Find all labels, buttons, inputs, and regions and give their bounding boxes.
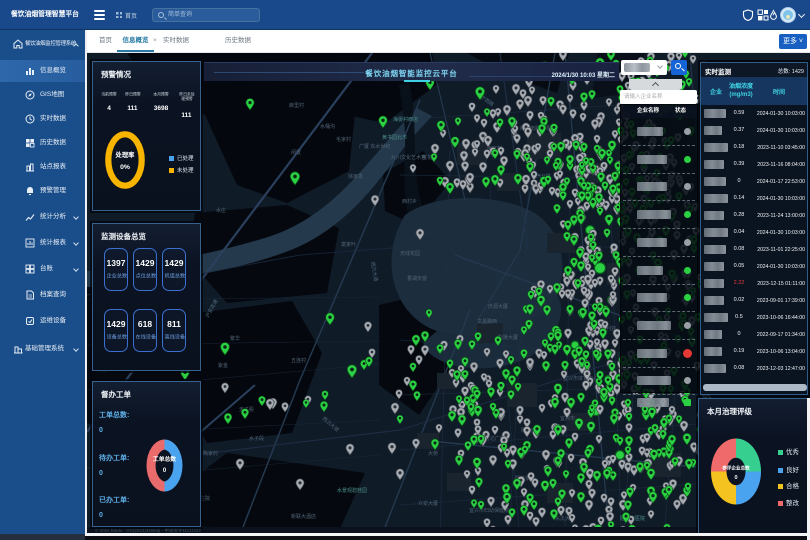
svg-text:徐家发: 徐家发 — [348, 173, 363, 180]
svg-text:大桥: 大桥 — [428, 450, 438, 457]
svg-text:广厦 东水世纪: 广厦 东水世纪 — [359, 143, 390, 150]
svg-text:富家叶: 富家叶 — [341, 241, 356, 248]
svg-text:五连村: 五连村 — [291, 357, 306, 364]
svg-text:九川文化艺术宫: 九川文化艺术宫 — [391, 154, 426, 161]
svg-text:闲置: 闲置 — [291, 149, 301, 156]
svg-text:海晏村西店: 海晏村西店 — [393, 116, 418, 123]
svg-text:西村乡: 西村乡 — [402, 198, 417, 205]
svg-text:麻里村: 麻里村 — [289, 102, 304, 109]
svg-text:紫金: 紫金 — [218, 362, 228, 369]
svg-text:陶家村: 陶家村 — [203, 450, 218, 457]
svg-text:0%: 0% — [120, 164, 130, 171]
svg-text:参评企业总数: 参评企业总数 — [722, 465, 750, 472]
svg-text:香湖天窗: 香湖天窗 — [407, 275, 427, 282]
svg-text:工单总数: 工单总数 — [153, 455, 176, 463]
svg-text:0: 0 — [734, 475, 737, 481]
svg-text:文昌路西: 文昌路西 — [477, 318, 497, 325]
svg-text:0: 0 — [163, 468, 167, 474]
svg-text:水桶沟: 水桶沟 — [320, 123, 335, 130]
svg-text:众安大厦: 众安大厦 — [418, 500, 438, 507]
svg-text:水景观碧桂园: 水景观碧桂园 — [337, 487, 367, 494]
svg-text:繁华: 繁华 — [230, 335, 240, 342]
svg-text:水子段: 水子段 — [249, 435, 264, 442]
svg-text:水庄: 水庄 — [216, 207, 226, 214]
svg-text:毛家村: 毛家村 — [336, 136, 351, 143]
svg-text:新联大酒店: 新联大酒店 — [291, 513, 316, 520]
svg-text:天线花园: 天线花园 — [400, 250, 420, 257]
svg-text:黄书园北市: 黄书园北市 — [382, 134, 407, 141]
svg-text:庆源大厦: 庆源大厦 — [488, 303, 508, 310]
svg-text:处理率: 处理率 — [115, 150, 136, 159]
